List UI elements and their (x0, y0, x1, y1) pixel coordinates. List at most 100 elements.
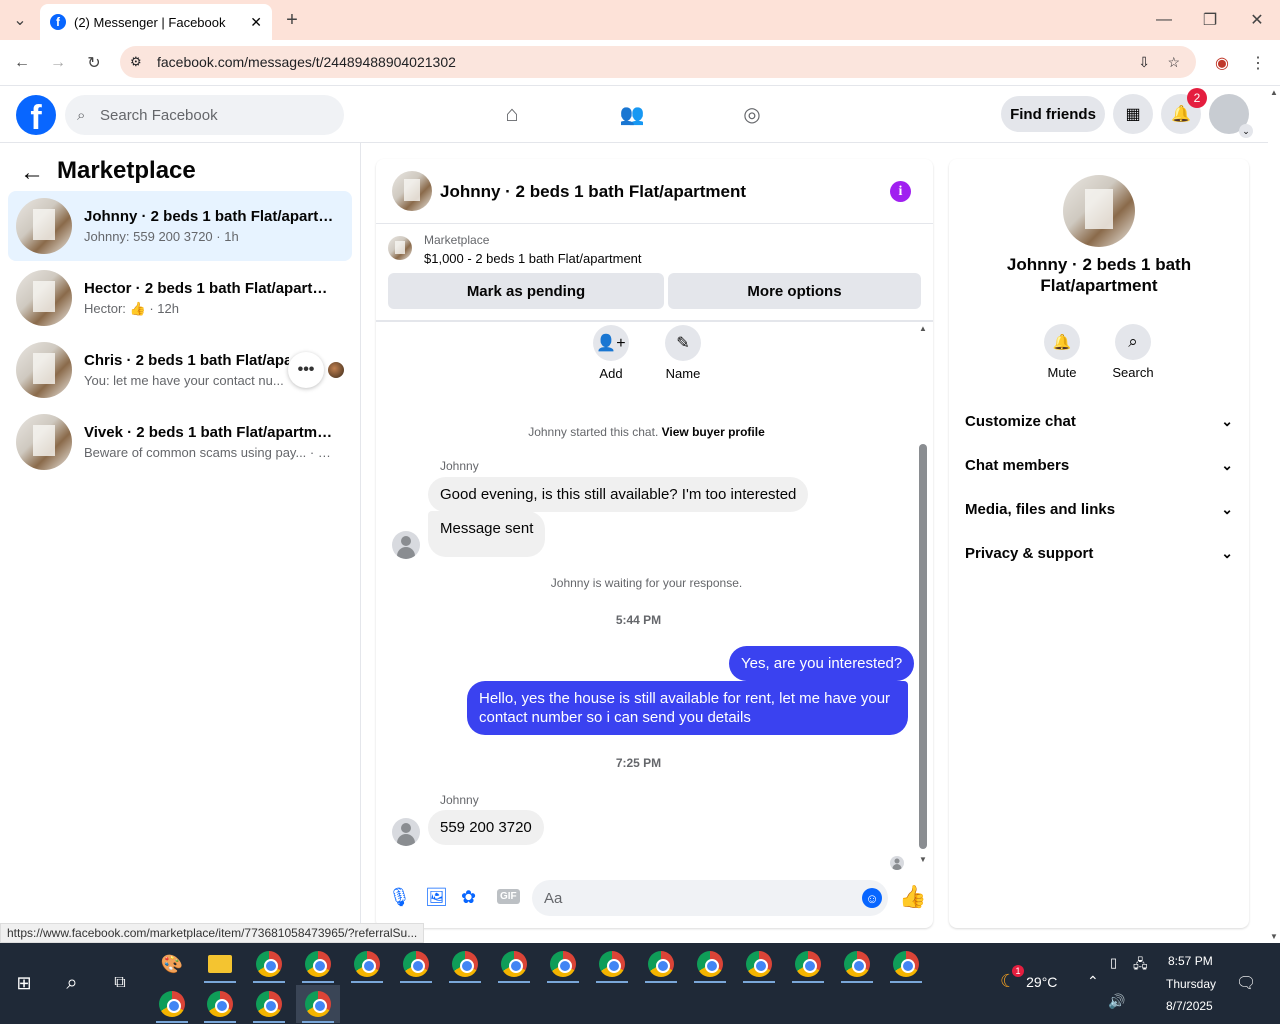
scroll-down-icon[interactable]: ▼ (919, 855, 927, 864)
taskbar-chrome[interactable] (884, 945, 928, 983)
groups-icon[interactable]: ◎ (740, 102, 764, 126)
taskbar-chrome[interactable] (688, 945, 732, 983)
page-scrollbar[interactable]: ▲ ▼ (1268, 86, 1280, 943)
taskbar-chrome[interactable] (492, 945, 536, 983)
tab-close-icon[interactable]: ✕ (250, 14, 262, 31)
clock-date[interactable]: 8/7/2025 (1166, 999, 1213, 1013)
photo-icon[interactable]: 🖼 (425, 887, 448, 908)
start-button[interactable]: ⊞ (2, 964, 46, 1002)
taskbar-chrome[interactable] (639, 945, 683, 983)
taskbar-chrome[interactable] (296, 945, 340, 983)
find-friends-button[interactable]: Find friends (1001, 96, 1105, 132)
conversation-item-johnny[interactable]: Johnny · 2 beds 1 bath Flat/apartm... Jo… (8, 191, 352, 261)
mute-button[interactable]: 🔔 (1044, 324, 1080, 360)
taskbar-chrome[interactable] (198, 985, 242, 1023)
taskbar-chrome[interactable] (541, 945, 585, 983)
listing-thumbnail-small[interactable] (388, 236, 412, 260)
clock-day[interactable]: Thursday (1166, 977, 1216, 991)
taskbar-app-explorer[interactable] (198, 945, 242, 983)
outgoing-message[interactable]: Yes, are you interested? (729, 646, 915, 681)
emoji-icon[interactable]: ☺ (862, 888, 882, 908)
search-conversation-button[interactable]: ⌕ (1115, 324, 1151, 360)
incoming-message[interactable]: Good evening, is this still available? I… (428, 477, 809, 512)
window-close-icon[interactable]: ✕ (1245, 8, 1269, 32)
search-button[interactable]: ⌕ (50, 964, 94, 1002)
tray-chevron-icon[interactable]: ⌃ (1087, 973, 1099, 990)
bookmark-star-icon[interactable]: ☆ (1167, 54, 1180, 71)
device-icon[interactable]: ▯ (1110, 955, 1117, 971)
address-bar[interactable]: ⚙ facebook.com/messages/t/24489488904021… (120, 46, 1196, 78)
home-icon[interactable]: ⌂ (500, 101, 524, 126)
chat-title[interactable]: Johnny · 2 beds 1 bath Flat/apartment (440, 182, 746, 202)
network-icon[interactable]: 🖧 (1133, 955, 1148, 977)
gif-icon[interactable]: GIF (497, 889, 520, 904)
view-buyer-profile-link[interactable]: View buyer profile (662, 425, 765, 439)
taskbar-chrome[interactable] (150, 985, 194, 1023)
chat-scrollbar[interactable]: ▲ ▼ (917, 322, 929, 864)
install-icon[interactable]: ⇩ (1138, 54, 1150, 71)
volume-icon[interactable]: 🔊 (1108, 993, 1125, 1010)
taskbar-chrome[interactable] (345, 945, 389, 983)
taskbar-chrome[interactable] (394, 945, 438, 983)
scroll-up-icon[interactable]: ▲ (919, 324, 927, 333)
conversation-item-chris[interactable]: Chris · 2 beds 1 bath Flat/apart You: le… (8, 335, 352, 405)
taskbar-app-paint[interactable]: 🎨 (150, 945, 194, 983)
forward-icon[interactable]: → (46, 51, 70, 75)
message-input[interactable]: Aa ☺ (532, 880, 888, 916)
incoming-message[interactable]: Message sent (428, 511, 546, 557)
profile-icon[interactable]: ◉ (1210, 51, 1234, 75)
browser-menu-icon[interactable]: ⋮ (1246, 51, 1270, 75)
sticker-icon[interactable]: ✿ (461, 887, 476, 908)
back-icon[interactable]: ← (10, 51, 34, 75)
listing-detail[interactable]: $1,000 - 2 beds 1 bath Flat/apartment (424, 251, 642, 266)
scroll-up-icon[interactable]: ▲ (1270, 88, 1278, 97)
browser-tab[interactable]: f (2) Messenger | Facebook ✕ (40, 4, 272, 40)
microphone-icon[interactable]: 🎙 (388, 887, 411, 908)
media-files-links-section[interactable]: Media, files and links ⌄ (965, 497, 1233, 521)
more-options-icon[interactable]: ••• (288, 352, 324, 388)
sender-avatar[interactable] (392, 818, 420, 846)
sender-avatar[interactable] (392, 531, 420, 559)
search-input[interactable]: ⌕ Search Facebook (65, 95, 344, 135)
conversation-item-vivek[interactable]: Vivek · 2 beds 1 bath Flat/apartment Bew… (8, 407, 352, 477)
chat-info-thumbnail[interactable] (1063, 175, 1135, 247)
scroll-down-icon[interactable]: ▼ (1270, 932, 1278, 941)
scroll-thumb[interactable] (919, 444, 927, 849)
mark-as-pending-button[interactable]: Mark as pending (388, 273, 664, 309)
minimize-icon[interactable]: — (1152, 8, 1176, 32)
chat-members-section[interactable]: Chat members ⌄ (965, 453, 1233, 477)
weather-widget[interactable]: ☾ 29°C 1 (1000, 965, 1057, 992)
friends-icon[interactable]: 👥 (620, 102, 645, 126)
privacy-support-section[interactable]: Privacy & support ⌄ (965, 541, 1233, 565)
taskbar-chrome[interactable] (247, 945, 291, 983)
outgoing-message[interactable]: Hello, yes the house is still available … (467, 681, 908, 735)
info-icon[interactable]: i (890, 181, 911, 202)
incoming-message[interactable]: 559 200 3720 (428, 810, 544, 845)
customize-chat-section[interactable]: Customize chat ⌄ (965, 409, 1233, 433)
taskbar-chrome[interactable] (590, 945, 634, 983)
chat-thumbnail[interactable] (392, 171, 432, 211)
tab-search-icon[interactable]: ⌄ (8, 8, 32, 32)
taskbar-chrome-active[interactable] (296, 985, 340, 1023)
taskbar-chrome[interactable] (737, 945, 781, 983)
taskbar-chrome[interactable] (247, 985, 291, 1023)
taskbar-chrome[interactable] (443, 945, 487, 983)
name-button[interactable]: ✎ (665, 325, 701, 361)
taskbar-chrome[interactable] (786, 945, 830, 983)
notification-center-icon[interactable]: 🗨 (1236, 973, 1256, 993)
thumbs-up-send-icon[interactable]: 👍 (899, 884, 926, 910)
clock-time[interactable]: 8:57 PM (1168, 954, 1213, 968)
back-arrow-icon[interactable]: ← (20, 159, 44, 187)
more-options-button[interactable]: More options (668, 273, 921, 309)
restore-icon[interactable]: ❐ (1198, 8, 1222, 32)
add-person-button[interactable]: 👤+ (593, 325, 629, 361)
notifications-button[interactable]: 🔔 2 (1161, 88, 1207, 134)
menu-grid-button[interactable]: ▦ (1113, 94, 1153, 134)
site-info-icon[interactable]: ⚙ (130, 54, 142, 70)
conversation-item-hector[interactable]: Hector · 2 beds 1 bath Flat/apartm... He… (8, 263, 352, 333)
new-tab-icon[interactable]: + (280, 8, 304, 32)
account-avatar[interactable]: ⌄ (1209, 94, 1253, 138)
task-view-button[interactable]: ⧉ (98, 964, 142, 1002)
taskbar-chrome[interactable] (835, 945, 879, 983)
facebook-logo[interactable]: f (16, 95, 56, 135)
